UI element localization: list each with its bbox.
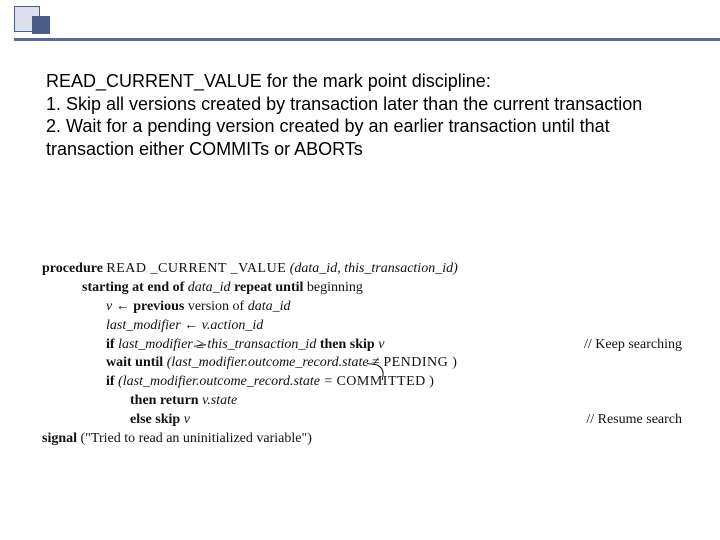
code-line-9: else skip v // Resume search (42, 411, 682, 430)
op-ge-strike: ≥ (196, 336, 204, 355)
code-line-2: starting at end of data_id repeat until … (42, 279, 682, 298)
const-pending: PENDING ) (383, 355, 457, 370)
expr-state2: (last_modifier.outcome_record.state = (118, 374, 336, 389)
code-line-6: wait until (last_modifier.outcome_record… (42, 354, 682, 373)
kw-starting: starting at end of (82, 280, 184, 295)
code-line-8: then return v.state (42, 392, 682, 411)
var-tti: this_transaction_id (207, 337, 319, 352)
const-committed: COMMITTED (336, 374, 425, 389)
kw-thenreturn: then return (130, 393, 199, 408)
corner-decoration (0, 0, 130, 60)
kw-if: if (106, 337, 115, 352)
code-line-7: if (last_modifier.outcome_record.state =… (42, 373, 682, 392)
assign-lastmod: last_modifier ← v.action_id (106, 318, 263, 333)
pseudocode-block: procedure READ _CURRENT _VALUE (data_id,… (42, 260, 682, 449)
expr-state: (last_modifier.outcome_record.state (167, 355, 372, 370)
proc-args: (data_id, this_transaction_id) (290, 261, 458, 276)
code-line-5: if last_modifier ≥ this_transaction_id t… (42, 336, 682, 355)
kw-wait: wait until (106, 355, 163, 370)
kw-repeat: repeat until (234, 280, 303, 295)
kw-elseskip: else skip (130, 412, 180, 427)
var-v: v (378, 337, 384, 352)
txt-beginning: beginning (307, 280, 363, 295)
paren-close: ) (429, 374, 434, 389)
var-v2: v (184, 412, 190, 427)
deco-square-dark (32, 16, 50, 34)
code-line-10: signal ("Tried to read an uninitialized … (42, 430, 682, 449)
signal-msg: ("Tried to read an uninitialized variabl… (81, 431, 312, 446)
body-line-2: 1. Skip all versions created by transact… (46, 93, 686, 116)
code-line-4: last_modifier ← v.action_id (42, 317, 682, 336)
body-line-3: 2. Wait for a pending version created by… (46, 115, 686, 160)
deco-bar (14, 38, 720, 41)
comment-keep-searching: // Keep searching (584, 336, 682, 355)
op-ne-mark: ≠ (372, 354, 380, 373)
body-line-1: READ_CURRENT_VALUE for the mark point di… (46, 70, 686, 93)
code-line-1: procedure READ _CURRENT _VALUE (data_id,… (42, 260, 682, 279)
slide: READ_CURRENT_VALUE for the mark point di… (0, 0, 720, 540)
var-dataid2: data_id (248, 299, 291, 314)
txt-versionof: version of (188, 299, 248, 314)
assign-v: v ← (106, 299, 133, 314)
body-text: READ_CURRENT_VALUE for the mark point di… (46, 70, 686, 160)
code-line-3: v ← previous version of data_id (42, 298, 682, 317)
proc-name: READ _CURRENT _VALUE (106, 261, 286, 276)
kw-previous: previous (133, 299, 184, 314)
kw-if2: if (106, 374, 115, 389)
comment-resume: // Resume search (586, 411, 682, 430)
var-lm: last_modifier (118, 337, 196, 352)
var-dataid: data_id (188, 280, 234, 295)
kw-signal: signal (42, 431, 77, 446)
kw-procedure: procedure (42, 261, 103, 276)
ret-vstate: v.state (202, 393, 237, 408)
kw-thenskip: then skip (320, 337, 375, 352)
